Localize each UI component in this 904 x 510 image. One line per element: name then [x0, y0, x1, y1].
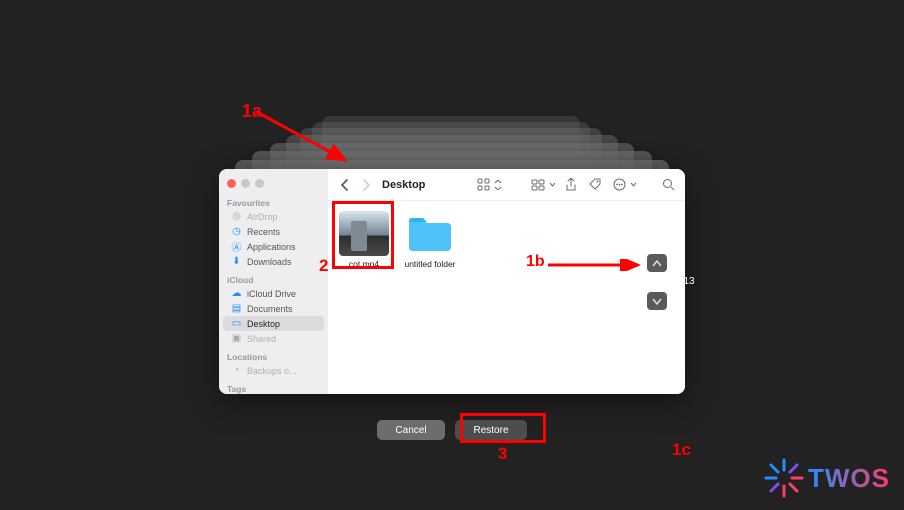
annotation-label-1a: 1a: [242, 101, 262, 122]
sidebar-item-shared[interactable]: ▣ Shared: [223, 331, 324, 346]
sidebar-section-tags: Tags: [219, 382, 328, 394]
watermark-logo: TWOS: [754, 452, 898, 504]
shared-icon: ▣: [231, 333, 242, 344]
chevron-down-icon: [630, 182, 637, 187]
airdrop-icon: ◎: [231, 211, 242, 222]
sidebar-item-label: Backups o...: [247, 366, 297, 376]
group-dropdown-button[interactable]: [548, 176, 556, 194]
file-name-label: cot.mp4: [349, 259, 379, 269]
cloud-icon: ☁: [231, 288, 242, 299]
share-icon: [565, 178, 577, 192]
location-title: Desktop: [382, 179, 425, 191]
sidebar-item-label: Downloads: [247, 257, 292, 267]
group-button[interactable]: [529, 176, 547, 194]
window-controls: [219, 175, 328, 196]
sidebar-item-label: Shared: [247, 334, 276, 344]
burst-icon: [762, 456, 806, 500]
file-grid[interactable]: cot.mp4 untitled folder: [328, 201, 685, 394]
action-button[interactable]: [610, 176, 628, 194]
view-dropdown-button[interactable]: [493, 176, 503, 194]
sidebar-item-desktop[interactable]: ▭ Desktop: [223, 316, 324, 331]
tag-icon: [589, 178, 602, 191]
timeline-timestamp: Today, 03:13: [638, 276, 695, 287]
sidebar-section-icloud: iCloud: [219, 273, 328, 286]
chevron-right-icon: [362, 179, 371, 191]
sidebar-item-label: Applications: [247, 242, 296, 252]
group-icon: [531, 179, 545, 191]
finder-window: Favourites ◎ AirDrop ◷ Recents Ⓐ Applica…: [219, 169, 685, 394]
sidebar-item-label: Documents: [247, 304, 293, 314]
sidebar-item-applications[interactable]: Ⓐ Applications: [223, 239, 324, 254]
chevron-updown-icon: [494, 180, 502, 190]
timeline-up-button[interactable]: [647, 254, 667, 272]
sidebar-section-favourites: Favourites: [219, 196, 328, 209]
share-button[interactable]: [562, 176, 580, 194]
annotation-label-1c: 1c: [672, 440, 691, 460]
file-item[interactable]: untitled folder: [404, 211, 456, 269]
tag-button[interactable]: [586, 176, 604, 194]
sidebar-section-locations: Locations: [219, 350, 328, 363]
toolbar: Desktop: [328, 169, 685, 201]
minimize-icon[interactable]: [241, 179, 250, 188]
sidebar-item-recents[interactable]: ◷ Recents: [223, 224, 324, 239]
fullscreen-icon[interactable]: [255, 179, 264, 188]
chevron-down-icon: [652, 298, 662, 305]
document-icon: ▤: [231, 303, 242, 314]
sidebar-item-label: iCloud Drive: [247, 289, 296, 299]
desktop-icon: ▭: [231, 318, 242, 329]
folder-icon: [405, 211, 455, 256]
cancel-button[interactable]: Cancel: [377, 420, 445, 440]
sidebar-item-documents[interactable]: ▤ Documents: [223, 301, 324, 316]
sidebar-item-label: Desktop: [247, 319, 280, 329]
forward-button[interactable]: [358, 175, 374, 195]
sidebar-item-airdrop[interactable]: ◎ AirDrop: [223, 209, 324, 224]
timeline-down-button[interactable]: [647, 292, 667, 310]
applications-icon: Ⓐ: [231, 241, 242, 252]
restore-button[interactable]: Restore: [455, 420, 527, 440]
main-pane: Desktop: [328, 169, 685, 394]
downloads-icon: ⬇: [231, 256, 242, 267]
action-dropdown-button[interactable]: [629, 176, 637, 194]
clock-icon: ◷: [231, 226, 242, 237]
close-icon[interactable]: [227, 179, 236, 188]
sidebar-item-downloads[interactable]: ⬇ Downloads: [223, 254, 324, 269]
chevron-down-icon: [549, 182, 556, 187]
sidebar-item-label: Recents: [247, 227, 280, 237]
search-button[interactable]: [659, 176, 677, 194]
file-name-label: untitled folder: [404, 259, 455, 269]
chevron-left-icon: [340, 179, 349, 191]
sidebar-item-backups[interactable]: ◔ Backups o...: [223, 363, 324, 378]
annotation-label-3: 3: [498, 444, 507, 464]
sidebar: Favourites ◎ AirDrop ◷ Recents Ⓐ Applica…: [219, 169, 328, 394]
sidebar-item-iclouddrive[interactable]: ☁ iCloud Drive: [223, 286, 324, 301]
ellipsis-circle-icon: [613, 178, 626, 191]
disk-icon: ◔: [231, 365, 242, 376]
sidebar-item-label: AirDrop: [247, 212, 278, 222]
view-mode-button[interactable]: [474, 176, 492, 194]
logo-text: TWOS: [808, 463, 890, 494]
search-icon: [662, 178, 675, 191]
grid-icon: [477, 178, 490, 191]
action-bar: Cancel Restore: [0, 420, 904, 440]
file-item[interactable]: cot.mp4: [338, 211, 390, 269]
video-thumbnail: [339, 211, 389, 256]
back-button[interactable]: [336, 175, 352, 195]
chevron-up-icon: [652, 260, 662, 267]
